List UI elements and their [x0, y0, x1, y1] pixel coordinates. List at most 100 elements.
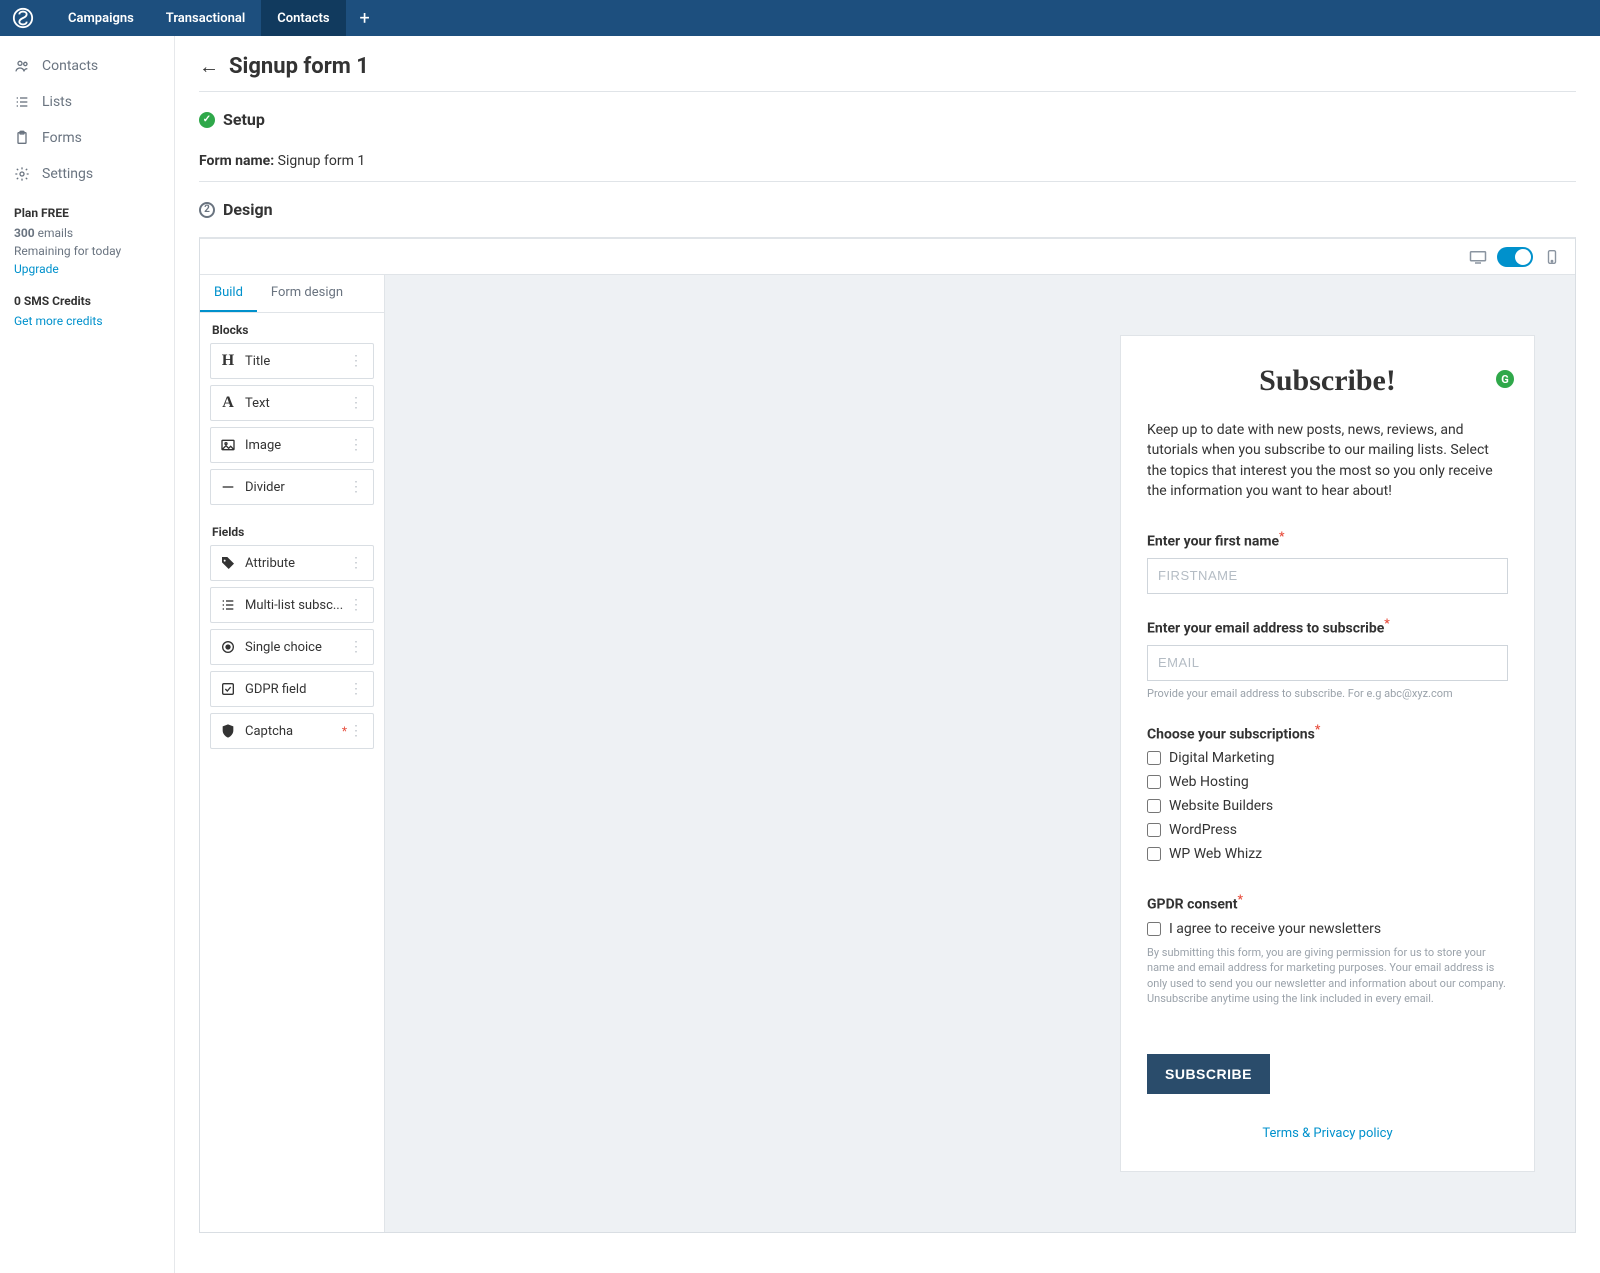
- sidebar-item-label: Lists: [42, 94, 72, 110]
- block-label: Title: [245, 354, 347, 369]
- gdpr-checkbox[interactable]: [1147, 922, 1161, 936]
- block-label: Text: [245, 396, 347, 411]
- block-label: Divider: [245, 480, 347, 495]
- subscription-option[interactable]: WordPress: [1147, 822, 1508, 838]
- subscription-label: WordPress: [1169, 822, 1237, 838]
- subscription-checkbox[interactable]: [1147, 823, 1161, 837]
- subscription-option[interactable]: Website Builders: [1147, 798, 1508, 814]
- sidebar-item-label: Settings: [42, 166, 93, 182]
- firstname-input[interactable]: [1147, 558, 1508, 594]
- sidebar-item-settings[interactable]: Settings: [0, 156, 174, 192]
- drag-handle-icon: ⋮: [347, 639, 365, 655]
- subscription-label: Website Builders: [1169, 798, 1273, 814]
- back-arrow-icon[interactable]: ←: [199, 54, 219, 79]
- drag-handle-icon: ⋮: [347, 681, 365, 697]
- form-name-value: Signup form 1: [278, 153, 366, 169]
- nav-transactional[interactable]: Transactional: [150, 0, 261, 36]
- clipboard-icon: [14, 130, 30, 146]
- block-item-text[interactable]: A Text⋮: [210, 385, 374, 421]
- tab-build[interactable]: Build: [200, 275, 257, 312]
- divider: [199, 181, 1576, 182]
- image-icon: [219, 436, 237, 454]
- design-toolbar: [200, 239, 1575, 275]
- email-hint: Provide your email address to subscribe.…: [1147, 687, 1508, 700]
- setup-section-header[interactable]: Setup: [199, 110, 1576, 129]
- H-icon: H: [219, 352, 237, 370]
- nav-contacts[interactable]: Contacts: [261, 0, 345, 36]
- block-label: Attribute: [245, 556, 347, 571]
- builder-panel: Build Form design Blocks HTitle⋮AText⋮Im…: [200, 275, 385, 1232]
- block-item-divider[interactable]: Divider⋮: [210, 469, 374, 505]
- A-icon: A: [219, 394, 237, 412]
- subscription-checkbox[interactable]: [1147, 799, 1161, 813]
- subscription-option[interactable]: WP Web Whizz: [1147, 846, 1508, 862]
- sidebar-item-contacts[interactable]: Contacts: [0, 48, 174, 84]
- email-label: Enter your email address to subscribe*: [1147, 616, 1508, 637]
- subscribe-button[interactable]: SUBSCRIBE: [1147, 1054, 1270, 1094]
- tab-form-design[interactable]: Form design: [257, 275, 357, 312]
- field-item-multi-list-subsc[interactable]: Multi-list subsc...⋮: [210, 587, 374, 623]
- firstname-label: Enter your first name*: [1147, 529, 1508, 550]
- field-item-captcha[interactable]: Captcha*⋮: [210, 713, 374, 749]
- subscription-checkbox[interactable]: [1147, 751, 1161, 765]
- terms-link[interactable]: Terms & Privacy policy: [1262, 1126, 1392, 1141]
- gdpr-disclaimer: By submitting this form, you are giving …: [1147, 945, 1508, 1007]
- divider-icon: [219, 478, 237, 496]
- form-description: Keep up to date with new posts, news, re…: [1147, 420, 1508, 501]
- gear-icon: [14, 166, 30, 182]
- plan-title: Plan FREE: [14, 206, 160, 220]
- block-label: GDPR field: [245, 682, 347, 697]
- desktop-icon[interactable]: [1469, 250, 1487, 264]
- credits-info: 0 SMS Credits Get more credits: [0, 290, 174, 342]
- blocks-section-label: Blocks: [200, 313, 384, 343]
- gdpr-checkbox-row[interactable]: I agree to receive your newsletters: [1147, 921, 1508, 937]
- drag-handle-icon: ⋮: [347, 723, 365, 739]
- list-icon: [219, 596, 237, 614]
- nav-add-button[interactable]: +: [346, 8, 384, 29]
- plan-email-count: 300: [14, 226, 35, 240]
- drag-handle-icon: ⋮: [347, 353, 365, 369]
- form-canvas: G Subscribe! Keep up to date with new po…: [385, 275, 1575, 1232]
- sidebar-item-label: Contacts: [42, 58, 98, 74]
- subscription-option[interactable]: Web Hosting: [1147, 774, 1508, 790]
- form-title: Subscribe!: [1147, 364, 1508, 398]
- drag-handle-icon: ⋮: [347, 437, 365, 453]
- design-area: Build Form design Blocks HTitle⋮AText⋮Im…: [199, 237, 1576, 1233]
- email-input[interactable]: [1147, 645, 1508, 681]
- device-toggle[interactable]: [1497, 247, 1533, 267]
- subscription-option[interactable]: Digital Marketing: [1147, 750, 1508, 766]
- subscription-label: Digital Marketing: [1169, 750, 1274, 766]
- form-name-label: Form name:: [199, 153, 274, 169]
- subscription-label: WP Web Whizz: [1169, 846, 1262, 862]
- tag-icon: [219, 554, 237, 572]
- block-label: Multi-list subsc...: [245, 598, 347, 613]
- gdpr-check-label: I agree to receive your newsletters: [1169, 921, 1381, 937]
- field-item-single-choice[interactable]: Single choice⋮: [210, 629, 374, 665]
- block-item-title[interactable]: H Title⋮: [210, 343, 374, 379]
- lists-icon: [14, 94, 30, 110]
- block-label: Single choice: [245, 640, 347, 655]
- drag-handle-icon: ⋮: [347, 395, 365, 411]
- get-credits-link[interactable]: Get more credits: [14, 314, 160, 328]
- mobile-icon[interactable]: [1543, 250, 1561, 264]
- nav-campaigns[interactable]: Campaigns: [52, 0, 150, 36]
- plan-remaining: Remaining for today: [14, 244, 160, 258]
- setup-heading: Setup: [223, 110, 265, 129]
- sidebar-item-forms[interactable]: Forms: [0, 120, 174, 156]
- design-section-header[interactable]: 2 Design: [199, 200, 1576, 219]
- field-item-attribute[interactable]: Attribute⋮: [210, 545, 374, 581]
- sidebar: Contacts Lists Forms Settings Plan FREE …: [0, 36, 175, 1273]
- subscription-checkbox[interactable]: [1147, 775, 1161, 789]
- subscription-checkbox[interactable]: [1147, 847, 1161, 861]
- upgrade-link[interactable]: Upgrade: [14, 262, 160, 276]
- check-icon: [219, 680, 237, 698]
- block-label: Image: [245, 438, 347, 453]
- fields-section-label: Fields: [200, 515, 384, 545]
- app-logo-icon: [12, 7, 34, 29]
- field-item-gdpr-field[interactable]: GDPR field⋮: [210, 671, 374, 707]
- sidebar-item-lists[interactable]: Lists: [0, 84, 174, 120]
- shield-icon: [219, 722, 237, 740]
- plan-email-unit: emails: [35, 226, 73, 240]
- block-item-image[interactable]: Image⋮: [210, 427, 374, 463]
- step-circle-icon: 2: [199, 202, 215, 218]
